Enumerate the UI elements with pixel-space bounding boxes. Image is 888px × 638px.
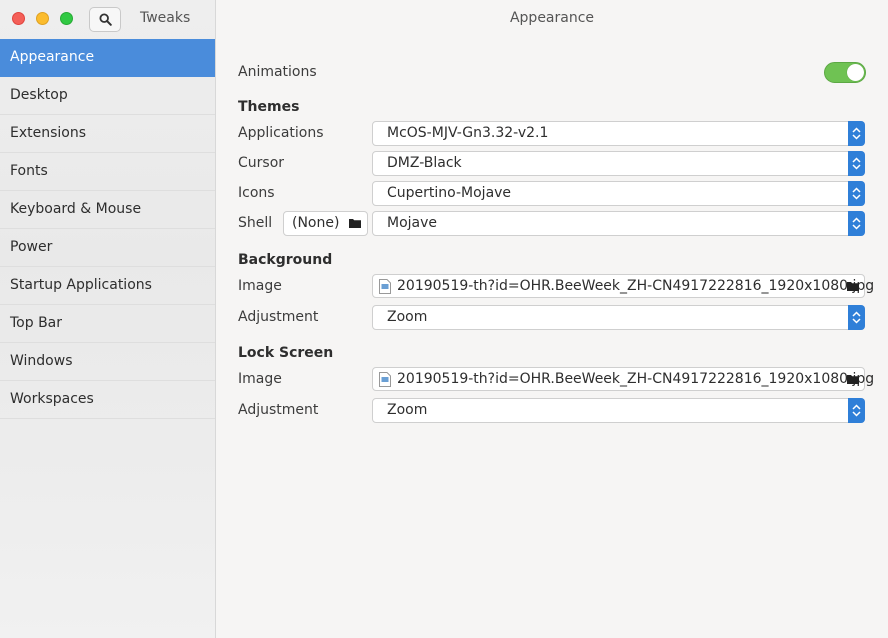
background-image-value: 20190519-th?id=OHR.BeeWeek_ZH-CN49172228… [397, 278, 875, 294]
animations-label: Animations [238, 64, 317, 80]
close-icon[interactable] [12, 12, 25, 25]
sidebar: Tweaks Appearance Desktop Extensions Fon… [0, 0, 216, 638]
sidebar-item-desktop[interactable]: Desktop [0, 77, 215, 115]
cursor-theme-value: DMZ-Black [387, 155, 462, 171]
up-down-arrows-icon [848, 121, 865, 146]
sidebar-item-keyboard-mouse[interactable]: Keyboard & Mouse [0, 191, 215, 229]
shell-label: Shell [238, 215, 273, 231]
lock-screen-image-file-button[interactable]: 20190519-th?id=OHR.BeeWeek_ZH-CN49172228… [372, 367, 874, 391]
icons-theme-value: Cupertino-Mojave [387, 185, 512, 201]
toggle-knob [847, 64, 864, 81]
background-image-file-button[interactable]: 20190519-th?id=OHR.BeeWeek_ZH-CN49172228… [372, 274, 874, 298]
lock-screen-image-label: Image [238, 371, 282, 387]
up-down-arrows-icon [848, 305, 865, 330]
themes-heading: Themes [238, 99, 300, 115]
lock-screen-adjustment-value: Zoom [387, 402, 428, 418]
background-image-label: Image [238, 278, 282, 294]
sidebar-nav: Appearance Desktop Extensions Fonts Keyb… [0, 39, 215, 419]
background-adjustment-combo[interactable]: Zoom [372, 305, 865, 330]
search-icon [99, 13, 112, 26]
background-adjustment-label: Adjustment [238, 309, 319, 325]
folder-icon [349, 219, 361, 228]
folder-icon [847, 375, 859, 384]
cursor-theme-combo[interactable]: DMZ-Black [372, 151, 865, 176]
up-down-arrows-icon [848, 211, 865, 236]
sidebar-item-top-bar[interactable]: Top Bar [0, 305, 215, 343]
background-adjustment-value: Zoom [387, 309, 428, 325]
maximize-icon[interactable] [60, 12, 73, 25]
page-title: Appearance [509, 10, 595, 26]
sidebar-item-power[interactable]: Power [0, 229, 215, 267]
search-button[interactable] [89, 7, 121, 32]
sidebar-item-workspaces[interactable]: Workspaces [0, 381, 215, 419]
applications-theme-value: McOS-MJV-Gn3.32-v2.1 [387, 125, 549, 141]
minimize-icon[interactable] [36, 12, 49, 25]
shell-theme-combo[interactable]: Mojave [372, 211, 865, 236]
sidebar-item-startup-applications[interactable]: Startup Applications [0, 267, 215, 305]
cursor-label: Cursor [238, 155, 285, 171]
lock-screen-adjustment-combo[interactable]: Zoom [372, 398, 865, 423]
lock-screen-heading: Lock Screen [238, 345, 334, 361]
animations-toggle[interactable] [824, 62, 866, 83]
shell-file-value: (None) [292, 215, 340, 231]
icons-label: Icons [238, 185, 275, 201]
background-heading: Background [238, 252, 333, 268]
folder-icon [847, 282, 859, 291]
sidebar-item-fonts[interactable]: Fonts [0, 153, 215, 191]
app-title: Tweaks [140, 10, 191, 26]
sidebar-item-appearance[interactable]: Appearance [0, 39, 215, 77]
icons-theme-combo[interactable]: Cupertino-Mojave [372, 181, 865, 206]
sidebar-headerbar: Tweaks [0, 0, 215, 38]
shell-theme-value: Mojave [387, 215, 438, 231]
up-down-arrows-icon [848, 181, 865, 206]
applications-label: Applications [238, 125, 324, 141]
lock-screen-image-value: 20190519-th?id=OHR.BeeWeek_ZH-CN49172228… [397, 371, 875, 387]
image-file-icon [379, 279, 391, 294]
up-down-arrows-icon [848, 398, 865, 423]
sidebar-item-extensions[interactable]: Extensions [0, 115, 215, 153]
sidebar-item-windows[interactable]: Windows [0, 343, 215, 381]
applications-theme-combo[interactable]: McOS-MJV-Gn3.32-v2.1 [372, 121, 865, 146]
appearance-panel: Appearance Animations Themes Application… [216, 0, 888, 638]
shell-file-button[interactable]: (None) [283, 211, 368, 236]
image-file-icon [379, 372, 391, 387]
up-down-arrows-icon [848, 151, 865, 176]
lock-screen-adjustment-label: Adjustment [238, 402, 319, 418]
